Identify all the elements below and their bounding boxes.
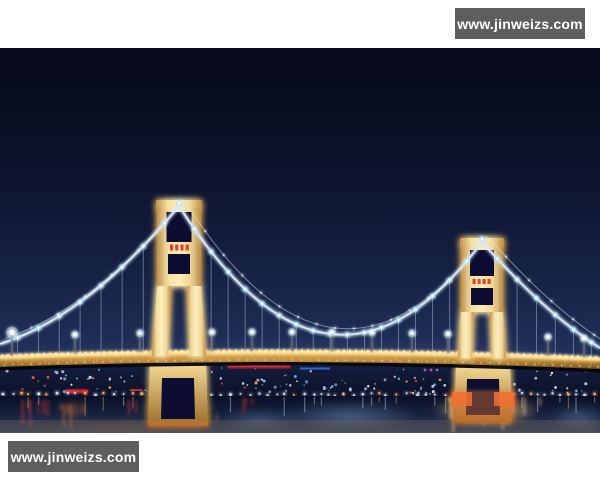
bridge-night-scene (0, 48, 600, 433)
bridge-photo (0, 48, 600, 433)
blue-neon-sign (300, 367, 330, 370)
watermark-text: www.jinweizs.com (10, 448, 137, 465)
watermark-text: www.jinweizs.com (457, 15, 583, 32)
left-pier (148, 364, 208, 426)
watermark-top-right: www.jinweizs.com (455, 8, 585, 39)
page: www.jinweizs.com www.jinweizs.com (0, 0, 600, 480)
watermark-bottom-left: www.jinweizs.com (8, 441, 139, 472)
right-pier (452, 366, 514, 422)
